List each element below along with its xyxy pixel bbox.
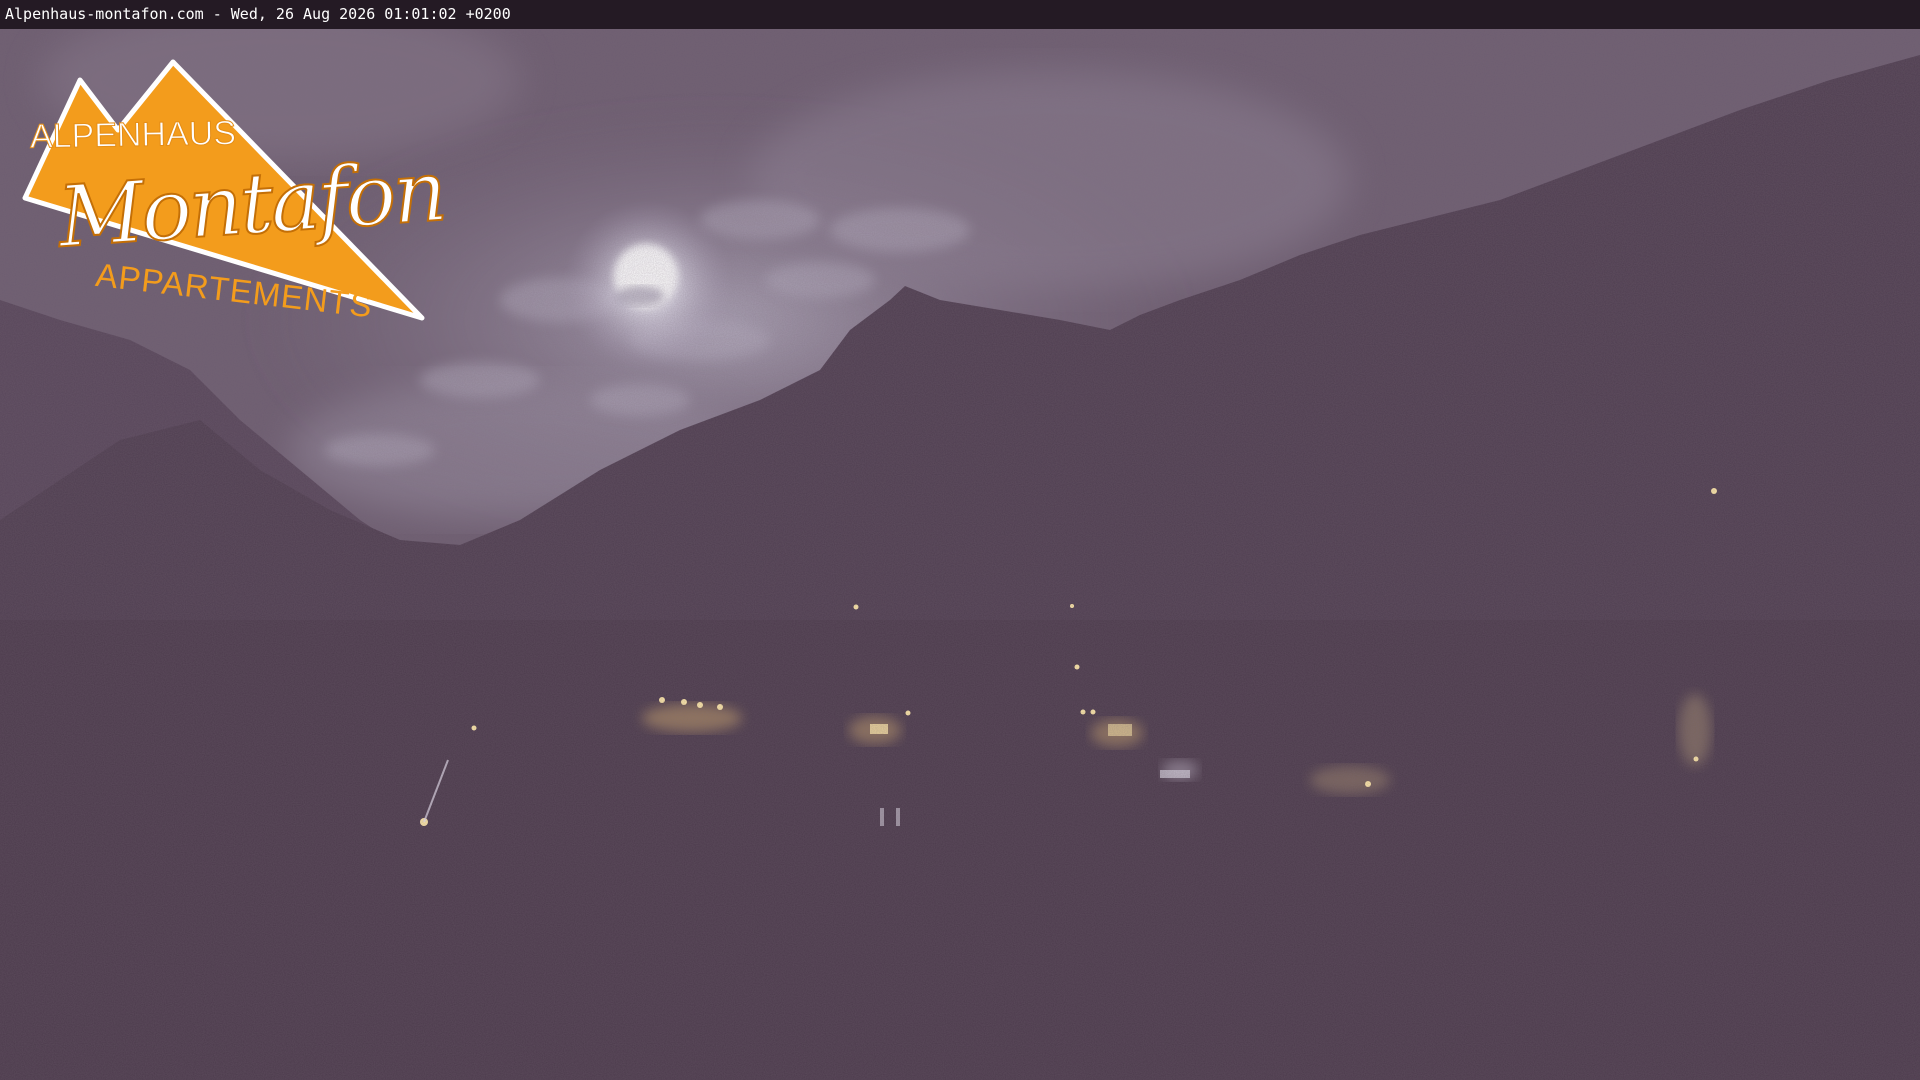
alpenhaus-montafon-logo: ALPENHAUS Montafon APPARTEMENTS [20, 58, 448, 348]
timestamp-bar: Alpenhaus-montafon.com - Wed, 26 Aug 202… [0, 0, 1920, 29]
timestamp-text: Alpenhaus-montafon.com - Wed, 26 Aug 202… [5, 5, 511, 23]
logo-brand-text: ALPENHAUS [29, 114, 237, 157]
webcam-frame: ALPENHAUS Montafon APPARTEMENTS Alpenhau… [0, 0, 1920, 1080]
